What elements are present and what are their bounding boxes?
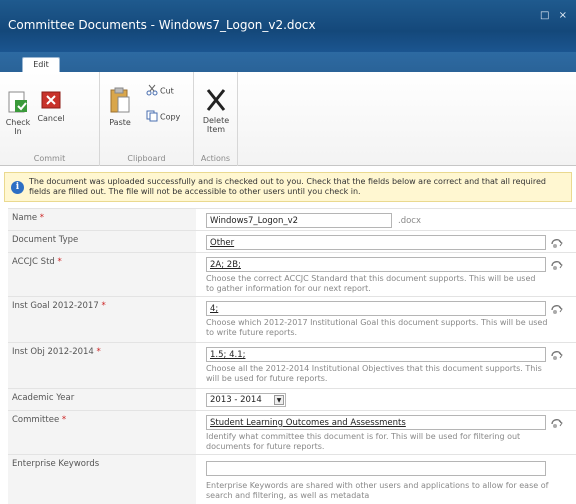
status-notification: i The document was uploaded successfully… [4,172,572,202]
paste-icon [110,87,130,113]
accjc-std-row: ACCJC Std * 2A; 2B; Choose the correct A… [8,252,576,296]
check-in-label: Check In [5,118,31,136]
enterprise-keywords-input[interactable] [206,461,546,476]
name-row: Name * Windows7_Logon_v2 .docx [8,208,576,230]
enterprise-keywords-row: Enterprise Keywords Enterprise Keywords … [8,454,576,504]
document-type-input[interactable]: Other [206,235,546,250]
properties-form: Name * Windows7_Logon_v2 .docx Document … [8,208,576,504]
paste-label: Paste [109,118,131,127]
tab-edit[interactable]: Edit [22,57,60,72]
paste-button[interactable]: Paste [106,86,134,127]
commit-group: Check In Cancel Commit [0,72,100,166]
document-type-label: Document Type [8,231,196,252]
actions-group-label: Actions [200,154,231,163]
clipboard-group: Paste Cut Copy Clipboard [100,72,194,166]
inst-goal-label: Inst Goal 2012-2017 * [8,297,196,342]
cut-button[interactable]: Cut [146,84,174,98]
actions-group: Delete Item Actions [194,72,238,166]
browse-icon[interactable] [550,416,564,430]
required-marker: * [57,257,62,267]
committee-label: Committee * [8,411,196,454]
cancel-button[interactable]: Cancel [34,90,68,123]
accjc-std-input[interactable]: 2A; 2B; [206,257,546,272]
check-in-icon [8,91,27,113]
accjc-std-description: Choose the correct ACCJC Standard that t… [206,274,536,293]
cut-label: Cut [160,86,174,96]
ribbon-tab-strip: Edit [0,52,576,72]
academic-year-value: 2013 - 2014 [210,395,262,405]
inst-goal-description: Choose which 2012-2017 Institutional Goa… [206,318,548,337]
inst-goal-row: Inst Goal 2012-2017 * 4; Choose which 20… [8,296,576,342]
window-title: Committee Documents - Windows7_Logon_v2.… [8,18,316,32]
inst-obj-row: Inst Obj 2012-2014 * 1.5; 4.1; Choose al… [8,342,576,388]
inst-obj-description: Choose all the 2012-2014 Institutional O… [206,364,542,383]
browse-icon[interactable] [550,258,564,272]
academic-year-label: Academic Year [8,389,196,410]
academic-year-row: Academic Year 2013 - 2014 ▼ [8,388,576,410]
required-marker: * [96,347,101,357]
required-marker: * [101,301,106,311]
notification-message: The document was uploaded successfully a… [29,177,547,196]
clipboard-group-label: Clipboard [127,154,166,163]
accjc-std-label: ACCJC Std * [8,253,196,296]
commit-group-label: Commit [33,154,66,163]
copy-button[interactable]: Copy [146,110,180,124]
ribbon: Check In Cancel Commit Paste Cut Copy Cl… [0,72,576,166]
window-controls[interactable]: □ × [540,10,570,21]
cancel-icon [41,91,61,109]
committee-description: Identify what committee this document is… [206,432,521,451]
enterprise-keywords-label: Enterprise Keywords [8,455,196,504]
info-icon: i [11,181,24,194]
enterprise-keywords-description: Enterprise Keywords are shared with othe… [206,481,549,500]
name-input[interactable]: Windows7_Logon_v2 [206,213,392,228]
name-label: Name * [8,209,196,230]
delete-x-icon [206,89,226,111]
committee-row: Committee * Student Learning Outcomes an… [8,410,576,454]
document-type-row: Document Type Other [8,230,576,252]
check-in-button[interactable]: Check In [4,90,32,136]
scissors-icon [146,84,158,98]
required-marker: * [39,213,45,223]
file-extension: .docx [398,216,422,226]
inst-goal-input[interactable]: 4; [206,301,546,316]
delete-item-label: Delete Item [202,116,230,134]
inst-obj-label: Inst Obj 2012-2014 * [8,343,196,388]
copy-label: Copy [160,112,181,122]
inst-obj-input[interactable]: 1.5; 4.1; [206,347,546,362]
academic-year-select[interactable]: 2013 - 2014 ▼ [206,393,286,407]
committee-input[interactable]: Student Learning Outcomes and Assessment… [206,415,546,430]
copy-icon [146,110,158,124]
required-marker: * [61,415,67,425]
browse-icon[interactable] [550,348,564,362]
cancel-label: Cancel [37,114,65,123]
browse-icon[interactable] [550,236,564,250]
title-bar: Committee Documents - Windows7_Logon_v2.… [0,0,576,52]
browse-icon[interactable] [550,302,564,316]
delete-item-button[interactable]: Delete Item [198,86,234,134]
dropdown-arrow-icon[interactable]: ▼ [274,395,284,405]
